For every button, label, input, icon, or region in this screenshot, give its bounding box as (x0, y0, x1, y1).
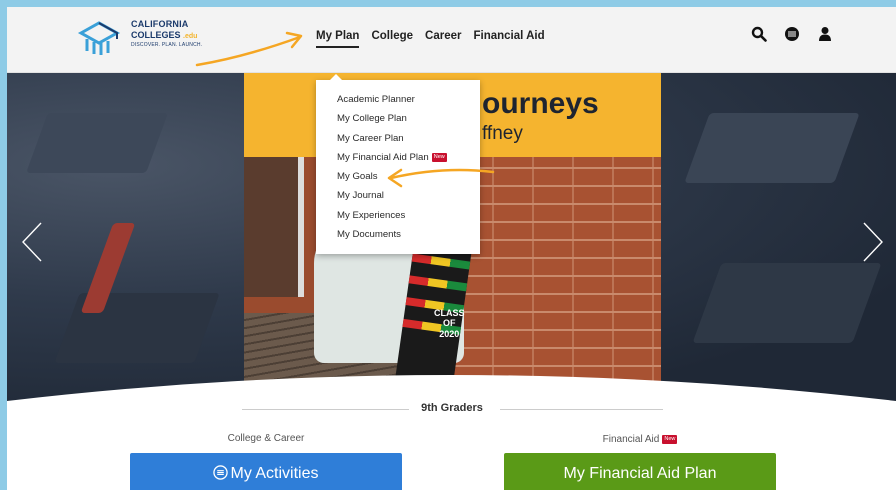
menu-item-my-college-plan[interactable]: My College Plan (337, 109, 480, 128)
section-divider (500, 409, 663, 410)
my-activities-button[interactable]: My Activities (130, 453, 402, 490)
my-financial-aid-plan-label: My Financial Aid Plan (563, 465, 717, 482)
menu-item-my-experiences[interactable]: My Experiences (337, 206, 480, 225)
class-of-text: CLASS OF 2020 (434, 308, 465, 339)
main-nav: My Plan College Career Financial Aid (316, 30, 557, 48)
hero-subtitle: ffney (482, 123, 523, 144)
door-image (244, 157, 304, 297)
menu-item-my-financial-aid-plan[interactable]: My Financial Aid Plan New (337, 148, 480, 167)
hero-curve-divider (7, 375, 896, 403)
my-financial-aid-plan-button[interactable]: My Financial Aid Plan (504, 453, 776, 490)
search-icon[interactable] (751, 26, 767, 42)
section-title: 9th Graders (421, 402, 483, 414)
college-career-label: College & Career (227, 433, 305, 444)
my-activities-label: My Activities (230, 465, 319, 482)
hero-title: ourneys (482, 87, 599, 120)
financial-aid-label: Financial Aid New (602, 434, 678, 445)
carousel-prev-chevron-icon[interactable] (21, 221, 43, 263)
logo-line-1: CALIFORNIA (131, 19, 189, 29)
nav-my-plan[interactable]: My Plan (316, 30, 360, 48)
list-circle-icon (213, 465, 229, 480)
california-colleges-logo[interactable]: CALIFORNIA COLLEGES .edu DISCOVER. PLAN.… (77, 17, 217, 63)
menu-item-my-career-plan[interactable]: My Career Plan (337, 129, 480, 148)
background-cap-image (26, 113, 168, 173)
logo-line-2: COLLEGES .edu (131, 30, 198, 41)
section-divider (242, 409, 409, 410)
new-badge: New (662, 435, 678, 444)
background-cap-image (692, 263, 882, 343)
menu-item-my-journal[interactable]: My Journal (337, 186, 480, 205)
header-icons (751, 26, 833, 42)
nav-career[interactable]: Career (425, 30, 461, 48)
menu-item-my-goals[interactable]: My Goals (337, 167, 480, 186)
nav-financial-aid[interactable]: Financial Aid (473, 30, 544, 48)
my-plan-dropdown-menu: Academic Planner My College Plan My Care… (316, 74, 480, 254)
logo-mark-icon (77, 21, 121, 55)
logo-tagline: DISCOVER. PLAN. LAUNCH. (131, 42, 203, 48)
menu-item-academic-planner[interactable]: Academic Planner (337, 90, 480, 109)
site-header: CALIFORNIA COLLEGES .edu DISCOVER. PLAN.… (7, 7, 896, 73)
new-badge: New (431, 152, 447, 162)
menu-item-my-documents[interactable]: My Documents (337, 225, 480, 244)
page: CALIFORNIA COLLEGES .edu DISCOVER. PLAN.… (7, 7, 896, 490)
background-cap-image (54, 293, 220, 363)
user-icon[interactable] (817, 26, 833, 42)
carousel-next-chevron-icon[interactable] (862, 221, 884, 263)
nav-college[interactable]: College (371, 30, 413, 48)
background-cap-image (684, 113, 860, 183)
language-icon[interactable] (784, 26, 800, 42)
